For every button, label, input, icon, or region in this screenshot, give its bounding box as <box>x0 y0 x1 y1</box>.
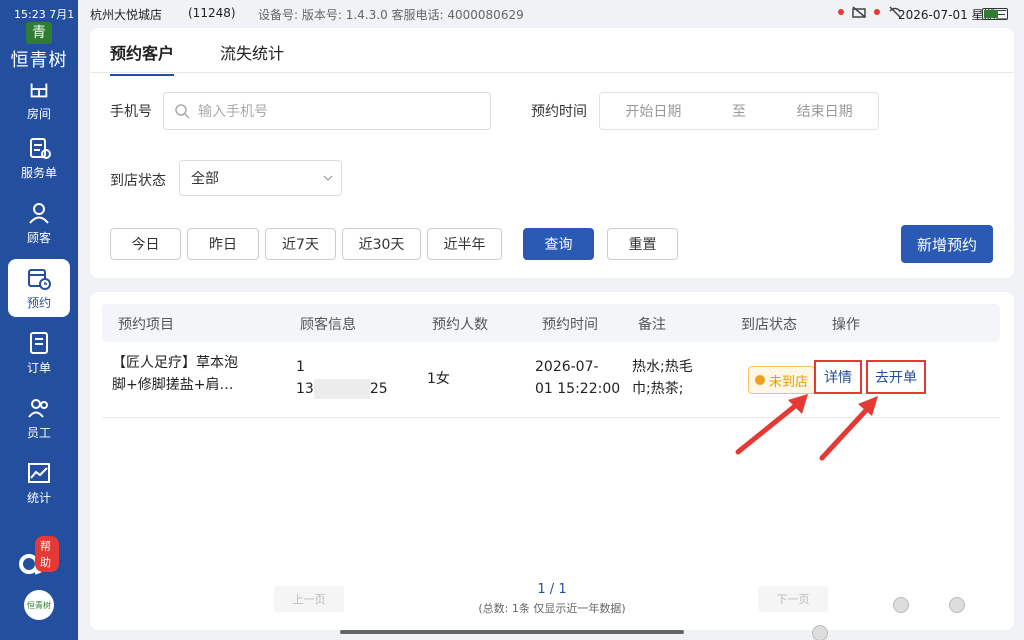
chevron-down-icon <box>323 175 333 181</box>
header-status: 到店状态 <box>741 317 797 333</box>
date-range-picker[interactable]: 开始日期 至 结束日期 <box>599 92 879 130</box>
sidebar-item-stats[interactable]: 统计 <box>8 454 70 512</box>
floating-circle[interactable] <box>812 625 828 640</box>
open-order-button[interactable]: 去开单 <box>866 360 926 394</box>
staff-icon <box>28 399 48 418</box>
header-actions: 操作 <box>832 317 860 333</box>
last-half-year-button[interactable]: 近半年 <box>427 228 502 260</box>
status-select[interactable]: 全部 <box>179 160 342 196</box>
phone-label: 手机号 <box>110 104 152 120</box>
order-icon <box>30 332 48 354</box>
tab-appointment-customers[interactable]: 预约客户 <box>110 40 175 76</box>
last-7-days-button[interactable]: 近7天 <box>265 228 336 260</box>
start-date-input[interactable]: 开始日期 <box>625 101 681 121</box>
row-project: 【匠人足疗】草本泡 脚+修脚搓盐+肩… <box>112 355 238 393</box>
end-date-input[interactable]: 结束日期 <box>797 101 853 121</box>
status-select-value: 全部 <box>191 171 219 187</box>
header-customer: 顾客信息 <box>300 317 356 333</box>
last-30-days-button[interactable]: 近30天 <box>342 228 421 260</box>
sidebar-item-label: 顾客 <box>26 231 51 245</box>
header-note: 备注 <box>638 317 666 333</box>
table-header: 预约项目 顾客信息 预约人数 预约时间 备注 到店状态 操作 <box>102 304 1000 342</box>
notification-dot-icon <box>838 9 844 15</box>
sidebar-item-room[interactable]: 房间 <box>8 78 70 122</box>
battery-icon <box>982 8 1008 20</box>
time-label: 预约时间 <box>531 104 587 120</box>
page-indicator: 1 / 1 <box>537 582 567 597</box>
home-indicator[interactable] <box>340 630 684 634</box>
detail-button[interactable]: 详情 <box>814 360 862 394</box>
header-project: 预约项目 <box>118 317 174 333</box>
phone-placeholder: 输入手机号 <box>198 104 268 120</box>
calendar-icon <box>28 269 51 290</box>
phone-input[interactable]: 输入手机号 <box>163 92 491 130</box>
today-button[interactable]: 今日 <box>110 228 181 260</box>
query-button[interactable]: 查询 <box>523 228 594 260</box>
tab-churn-stats[interactable]: 流失统计 <box>220 40 284 76</box>
status-bar: 15:23 7月1 杭州大悦城店 (11248) 设备号: 版本号: 1.4.3… <box>0 0 1024 28</box>
status-label: 到店状态 <box>110 173 166 189</box>
service-icon <box>30 138 51 159</box>
search-icon <box>175 104 190 119</box>
header-count: 预约人数 <box>432 317 488 333</box>
reset-button[interactable]: 重置 <box>607 228 678 260</box>
sidebar-item-staff[interactable]: 员工 <box>8 389 70 447</box>
masked-phone <box>313 379 370 399</box>
next-page-button[interactable]: 下一页 <box>758 586 828 612</box>
sidebar-item-appointment[interactable]: 预约 <box>8 259 70 317</box>
customer-icon <box>29 203 49 224</box>
stats-icon <box>28 463 50 483</box>
floating-circle[interactable] <box>949 597 965 613</box>
sidebar-item-label: 统计 <box>26 491 51 505</box>
yesterday-button[interactable]: 昨日 <box>187 228 259 260</box>
header-time: 预约时间 <box>542 317 598 333</box>
alert-dot-icon <box>874 9 880 15</box>
floating-circle[interactable] <box>893 597 909 613</box>
device-info: 设备号: 版本号: 1.4.3.0 客服电话: 4000080629 <box>258 8 524 22</box>
row-customer: 1 13 25 <box>296 359 388 399</box>
sidebar-item-label: 房间 <box>26 107 51 121</box>
logo-text: 恒青树 <box>10 50 68 71</box>
pager-summary: (总数: 1条 仅显示近一年数据) <box>478 602 626 615</box>
store-name: 杭州大悦城店 <box>90 8 163 22</box>
annotation-arrows-icon <box>735 394 878 461</box>
date-separator: 至 <box>731 104 746 120</box>
tab-bar: 预约客户 流失统计 <box>110 40 284 76</box>
row-count: 1女 <box>427 371 450 387</box>
store-id: (11248) <box>188 6 236 20</box>
room-icon <box>30 83 48 98</box>
help-button[interactable]: 帮助 <box>19 536 59 582</box>
status-time: 15:23 7月1 <box>14 8 75 21</box>
mute-icon <box>852 6 866 18</box>
system-icons <box>838 6 902 18</box>
row-time: 2026-07- 01 15:22:00 <box>535 359 621 397</box>
sidebar-item-label: 预约 <box>26 296 51 310</box>
tab-divider <box>90 72 1014 73</box>
sidebar-item-customer[interactable]: 顾客 <box>8 194 70 252</box>
sidebar-item-label: 员工 <box>26 426 51 440</box>
help-badge: 帮助 <box>35 536 59 572</box>
sidebar-item-label: 服务单 <box>20 166 57 180</box>
add-appointment-button[interactable]: 新增预约 <box>901 225 993 263</box>
status-dot-icon <box>755 375 765 385</box>
sidebar-item-label: 订单 <box>26 361 51 375</box>
sidebar: 青 恒青树 房间 服务单 顾客 预约 订单 员工 统计 帮助 恒青树 <box>0 0 78 640</box>
row-note: 热水;热毛 巾;热茶; <box>632 359 693 397</box>
filter-panel: 预约客户 流失统计 手机号 输入手机号 预约时间 开始日期 至 结束日期 到店状… <box>90 28 1014 278</box>
sidebar-item-order[interactable]: 订单 <box>8 324 70 382</box>
brand-logo: 恒青树 <box>24 590 54 620</box>
sidebar-item-service[interactable]: 服务单 <box>8 129 70 187</box>
